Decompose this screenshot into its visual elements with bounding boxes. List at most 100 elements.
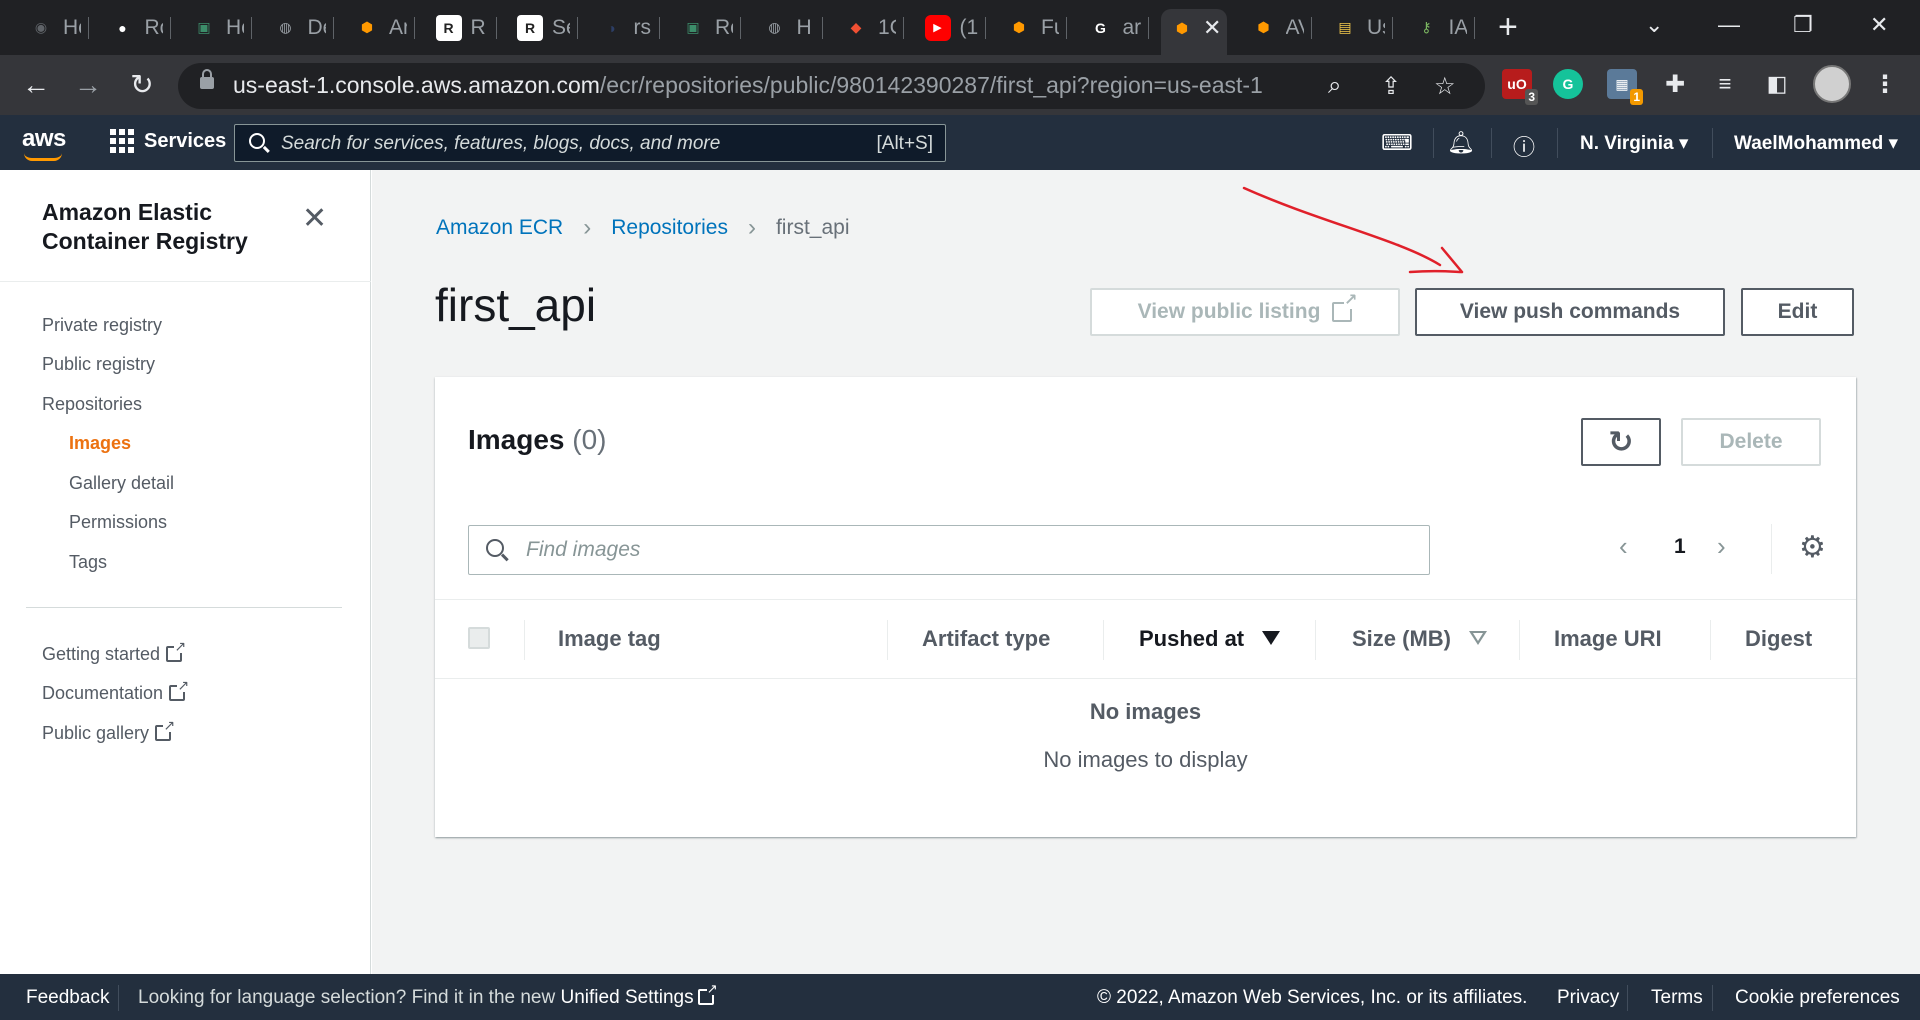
docker-icon: ◑ bbox=[607, 19, 616, 36]
reload-icon[interactable]: ↻ bbox=[124, 67, 160, 103]
menu-kebab-icon[interactable]: ⋮ bbox=[1870, 69, 1900, 99]
region-selector[interactable]: N. Virginia ▾ bbox=[1580, 132, 1688, 155]
find-images-input[interactable]: Find images bbox=[468, 525, 1430, 575]
tab-search-icon[interactable]: ⌄ bbox=[1645, 8, 1663, 42]
terms-link[interactable]: Terms bbox=[1651, 987, 1703, 1009]
col-digest[interactable]: Digest bbox=[1745, 626, 1812, 652]
key-icon: ⚷ bbox=[1421, 19, 1432, 35]
browser-tab[interactable]: RR bbox=[435, 9, 497, 46]
new-tab-button[interactable]: + bbox=[1498, 8, 1518, 46]
close-icon[interactable]: ✕ bbox=[302, 204, 327, 234]
breadcrumb-amazon-ecr[interactable]: Amazon ECR bbox=[436, 216, 563, 240]
tab-title: Hc bbox=[63, 15, 81, 39]
unified-settings-link[interactable]: Unified Settings bbox=[561, 982, 718, 1008]
forward-icon[interactable]: → bbox=[70, 67, 106, 103]
close-window-icon[interactable]: ✕ bbox=[1870, 8, 1888, 42]
col-artifact-type[interactable]: Artifact type bbox=[922, 626, 1050, 652]
help-icon[interactable]: ⓘ bbox=[1513, 130, 1535, 162]
empty-state-title: No images bbox=[1089, 699, 1202, 724]
tab-title: Hc bbox=[226, 15, 244, 39]
extension-icon[interactable]: ▦ 1 bbox=[1607, 69, 1643, 105]
minimize-icon[interactable]: — bbox=[1718, 8, 1740, 42]
media-control-icon[interactable]: ≡ bbox=[1710, 69, 1740, 99]
address-bar[interactable]: us-east-1.console.aws.amazon.com/ecr/rep… bbox=[178, 63, 1485, 109]
tab-title: Rc bbox=[715, 15, 733, 39]
footer: Feedback Looking for language selection?… bbox=[0, 974, 1920, 1020]
delete-button[interactable]: Delete bbox=[1681, 418, 1821, 466]
back-icon[interactable]: ← bbox=[18, 67, 54, 103]
aws-search-input[interactable]: Search for services, features, blogs, do… bbox=[234, 124, 946, 162]
nav-getting-started[interactable]: Getting started bbox=[42, 639, 187, 665]
nav-public-gallery[interactable]: Public gallery bbox=[42, 718, 176, 744]
ublock-extension-icon[interactable]: uO 3 bbox=[1502, 69, 1538, 105]
next-page-icon[interactable]: › bbox=[1717, 531, 1726, 562]
browser-tab[interactable]: ◍ De bbox=[273, 9, 334, 46]
share-icon[interactable]: ⇪ bbox=[1381, 72, 1401, 101]
browser-tab[interactable]: ◑ rs bbox=[599, 9, 660, 46]
browser-tab[interactable]: ⬢ ✕ bbox=[1161, 9, 1228, 55]
copyright: © 2022, Amazon Web Services, Inc. or its… bbox=[1097, 987, 1528, 1008]
col-size[interactable]: Size (MB) bbox=[1352, 626, 1487, 652]
external-link-icon bbox=[169, 678, 190, 701]
browser-tab[interactable]: ⬢ AV bbox=[1251, 9, 1312, 46]
col-image-tag[interactable]: Image tag bbox=[558, 626, 661, 652]
page-number[interactable]: 1 bbox=[1674, 535, 1686, 559]
browser-tab[interactable]: ◆ 1C bbox=[843, 9, 904, 46]
browser-tab[interactable]: ⬢ Fu bbox=[1006, 9, 1067, 46]
browser-tab[interactable]: ◉ Hc bbox=[28, 9, 89, 46]
browser-tab[interactable]: ⬢ Ar bbox=[354, 9, 415, 46]
restore-icon[interactable]: ❐ bbox=[1793, 8, 1813, 42]
browser-tab[interactable]: ◍ H bbox=[762, 9, 823, 46]
feedback-link[interactable]: Feedback bbox=[26, 987, 109, 1009]
grammarly-extension-icon[interactable]: G bbox=[1553, 69, 1583, 99]
browser-tab[interactable]: R Se bbox=[517, 9, 578, 46]
col-pushed-at[interactable]: Pushed at bbox=[1139, 626, 1281, 652]
aws-logo[interactable]: aws bbox=[22, 125, 66, 161]
nav-tags[interactable]: Tags bbox=[69, 552, 107, 573]
tab-title: R bbox=[470, 15, 486, 39]
nav-documentation[interactable]: Documentation bbox=[42, 678, 190, 704]
nav-images[interactable]: Images bbox=[69, 433, 131, 454]
edit-button[interactable]: Edit bbox=[1741, 288, 1854, 336]
privacy-link[interactable]: Privacy bbox=[1557, 987, 1619, 1009]
nav-private-registry[interactable]: Private registry bbox=[42, 315, 162, 336]
tab-title: AV bbox=[1285, 15, 1304, 39]
view-public-listing-button[interactable]: View public listing bbox=[1090, 288, 1400, 336]
browser-tab[interactable]: ● Rc bbox=[110, 9, 171, 46]
side-panel-icon[interactable]: ◧ bbox=[1762, 69, 1792, 99]
view-push-commands-button[interactable]: View push commands bbox=[1415, 288, 1725, 336]
zoom-icon[interactable]: ⌕ bbox=[1328, 72, 1341, 100]
refresh-button[interactable]: ↻ bbox=[1581, 418, 1661, 466]
nav-public-registry[interactable]: Public registry bbox=[42, 354, 155, 375]
lock-icon[interactable] bbox=[200, 69, 214, 89]
notifications-bell-icon[interactable]: 🔔︎ bbox=[1447, 130, 1475, 156]
cookie-preferences-link[interactable]: Cookie preferences bbox=[1735, 987, 1900, 1009]
col-image-uri[interactable]: Image URI bbox=[1554, 626, 1662, 652]
empty-state-message: No images to display bbox=[1043, 747, 1248, 772]
browser-tab[interactable]: ▣ Hc bbox=[191, 9, 252, 46]
bookmark-star-icon[interactable]: ☆ bbox=[1434, 72, 1456, 101]
nav-repositories[interactable]: Repositories bbox=[42, 394, 142, 415]
browser-tab[interactable]: ▶ (1 bbox=[924, 9, 986, 46]
browser-tab[interactable]: Gar bbox=[1088, 9, 1149, 46]
nav-gallery-detail[interactable]: Gallery detail bbox=[69, 473, 174, 494]
aws-box-icon: ⬢ bbox=[1175, 19, 1189, 36]
account-menu[interactable]: WaelMohammed ▾ bbox=[1734, 132, 1898, 155]
external-link-icon bbox=[1332, 293, 1358, 322]
profile-avatar[interactable] bbox=[1813, 65, 1851, 103]
gear-icon[interactable]: ⚙ bbox=[1799, 530, 1826, 565]
side-nav-title[interactable]: Amazon Elastic Container Registry bbox=[42, 198, 292, 256]
select-all-checkbox[interactable] bbox=[468, 627, 490, 649]
breadcrumb-repositories[interactable]: Repositories bbox=[611, 216, 728, 240]
prev-page-icon[interactable]: ‹ bbox=[1619, 531, 1628, 562]
close-tab-icon[interactable]: ✕ bbox=[1203, 15, 1221, 41]
services-menu[interactable]: Services bbox=[110, 129, 226, 153]
page-title: first_api bbox=[435, 279, 597, 331]
browser-tab[interactable]: ▤ Us bbox=[1332, 9, 1393, 46]
browser-tab[interactable]: ⚷ IA bbox=[1414, 9, 1475, 46]
browser-tab[interactable]: ▣ Rc bbox=[680, 9, 741, 46]
extensions-puzzle-icon[interactable]: ✚ bbox=[1660, 69, 1690, 99]
cloudshell-icon[interactable]: ⌨ bbox=[1381, 130, 1413, 156]
nav-permissions[interactable]: Permissions bbox=[69, 512, 167, 533]
globe-icon: ◍ bbox=[768, 19, 781, 35]
